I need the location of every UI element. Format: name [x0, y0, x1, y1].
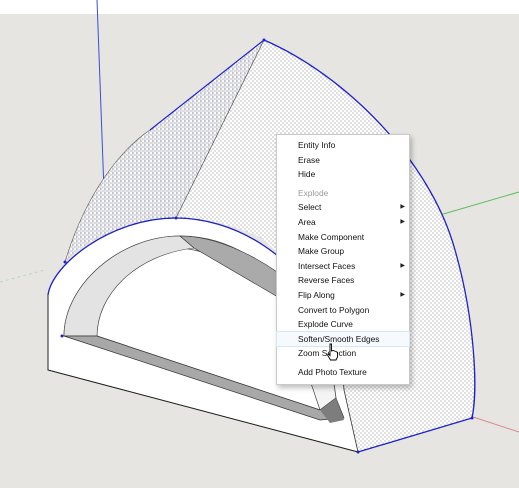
red-axis	[469, 415, 519, 433]
menu-item-explode: Explode	[277, 186, 409, 201]
context-menu: Entity Info Erase Hide Explode Select ▶ Area ▶ M…	[276, 134, 410, 385]
submenu-arrow-icon: ▶	[400, 204, 405, 211]
menu-item-explode-curve[interactable]: Explode Curve	[277, 317, 409, 332]
menu-item-label: Convert to Polygon	[298, 304, 370, 315]
menu-item-entity-info[interactable]: Entity Info	[277, 138, 409, 153]
menu-item-label: Select	[298, 202, 322, 213]
menu-item-zoom-selection[interactable]: Zoom Selection	[277, 346, 409, 361]
model-canvas[interactable]	[0, 0, 519, 488]
menu-item-label: Explode	[298, 187, 329, 198]
submenu-arrow-icon: ▶	[400, 218, 405, 225]
menu-item-label: Reverse Faces	[298, 275, 355, 286]
green-axis-dashed	[0, 269, 46, 283]
menu-item-add-photo-texture[interactable]: Add Photo Texture	[277, 365, 409, 380]
menu-item-label: Make Group	[298, 246, 345, 257]
menu-item-intersect-faces[interactable]: Intersect Faces ▶	[277, 259, 409, 274]
menu-item-hide[interactable]: Hide	[277, 167, 409, 182]
menu-item-reverse-faces[interactable]: Reverse Faces	[277, 273, 409, 288]
green-axis	[439, 191, 519, 216]
menu-item-label: Entity Info	[298, 140, 336, 150]
menu-item-label: Make Component	[298, 231, 365, 242]
hand-pointer-icon	[326, 343, 338, 361]
menu-item-area[interactable]: Area ▶	[277, 215, 409, 230]
menu-item-select[interactable]: Select ▶	[277, 200, 409, 215]
menu-item-make-component[interactable]: Make Component	[277, 230, 409, 245]
menu-item-erase[interactable]: Erase	[277, 153, 409, 168]
menu-item-label: Explode Curve	[298, 319, 353, 330]
menu-item-label: Erase	[298, 154, 320, 165]
menu-item-label: Add Photo Texture	[298, 366, 367, 377]
menu-item-flip-along[interactable]: Flip Along ▶	[277, 288, 409, 303]
menu-item-convert-to-polygon[interactable]: Convert to Polygon	[277, 303, 409, 318]
menu-item-label: Intersect Faces	[298, 260, 356, 271]
menu-item-label: Hide	[298, 169, 316, 180]
menu-item-label: Flip Along	[298, 289, 335, 300]
submenu-arrow-icon: ▶	[400, 291, 405, 298]
menu-item-make-group[interactable]: Make Group	[277, 244, 409, 259]
submenu-arrow-icon: ▶	[400, 262, 405, 269]
menu-item-label: Area	[298, 216, 316, 227]
menu-item-soften-smooth-edges[interactable]: Soften/Smooth Edges	[276, 330, 410, 348]
